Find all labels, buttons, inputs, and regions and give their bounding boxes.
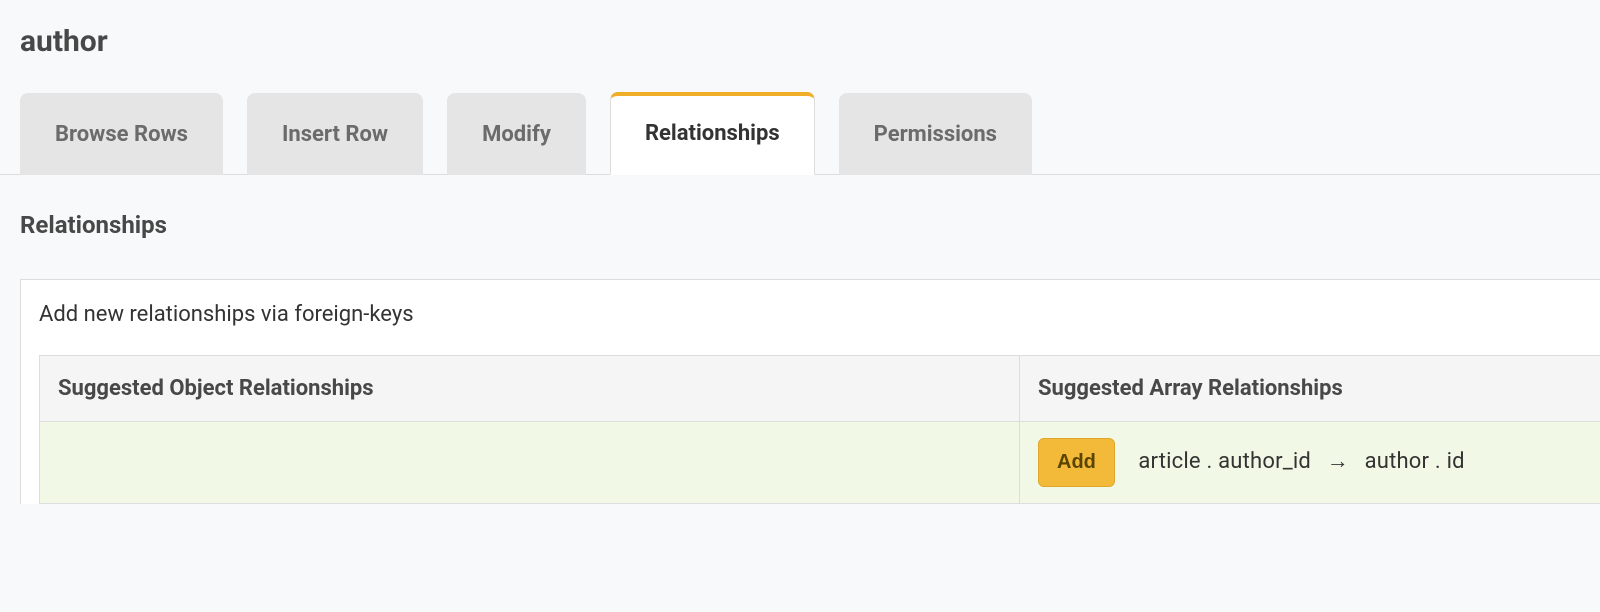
from-column: author_id <box>1218 449 1311 474</box>
col-array-relationships: Suggested Array Relationships <box>1020 356 1600 422</box>
to-table: author <box>1365 449 1430 474</box>
tab-bar: Browse Rows Insert Row Modify Relationsh… <box>0 91 1600 175</box>
table-header-row: Suggested Object Relationships Suggested… <box>40 356 1600 422</box>
col-object-relationships: Suggested Object Relationships <box>40 356 1020 422</box>
tab-relationships[interactable]: Relationships <box>610 92 815 175</box>
dot-separator: . <box>1206 449 1218 474</box>
tab-browse-rows[interactable]: Browse Rows <box>20 93 223 175</box>
to-column: id <box>1447 449 1465 474</box>
section-heading: Relationships <box>0 175 1600 279</box>
add-button[interactable]: Add <box>1038 438 1115 487</box>
arrow-right-icon: → <box>1327 448 1349 474</box>
tab-insert-row[interactable]: Insert Row <box>247 93 423 175</box>
relationships-table: Suggested Object Relationships Suggested… <box>39 355 1600 504</box>
tab-permissions[interactable]: Permissions <box>839 93 1032 175</box>
relationship-suggestion-text: article . author_id → author . id <box>1138 449 1464 474</box>
from-table: article <box>1138 449 1200 474</box>
object-relationship-cell <box>40 422 1020 504</box>
table-row: Add article . author_id → author . id <box>40 422 1600 504</box>
array-relationship-cell: Add article . author_id → author . id <box>1020 422 1600 504</box>
relationships-panel: Add new relationships via foreign-keys S… <box>20 279 1600 504</box>
page-title: author <box>0 0 1600 91</box>
tab-modify[interactable]: Modify <box>447 93 586 175</box>
dot-separator: . <box>1435 449 1447 474</box>
panel-heading: Add new relationships via foreign-keys <box>21 280 1600 355</box>
